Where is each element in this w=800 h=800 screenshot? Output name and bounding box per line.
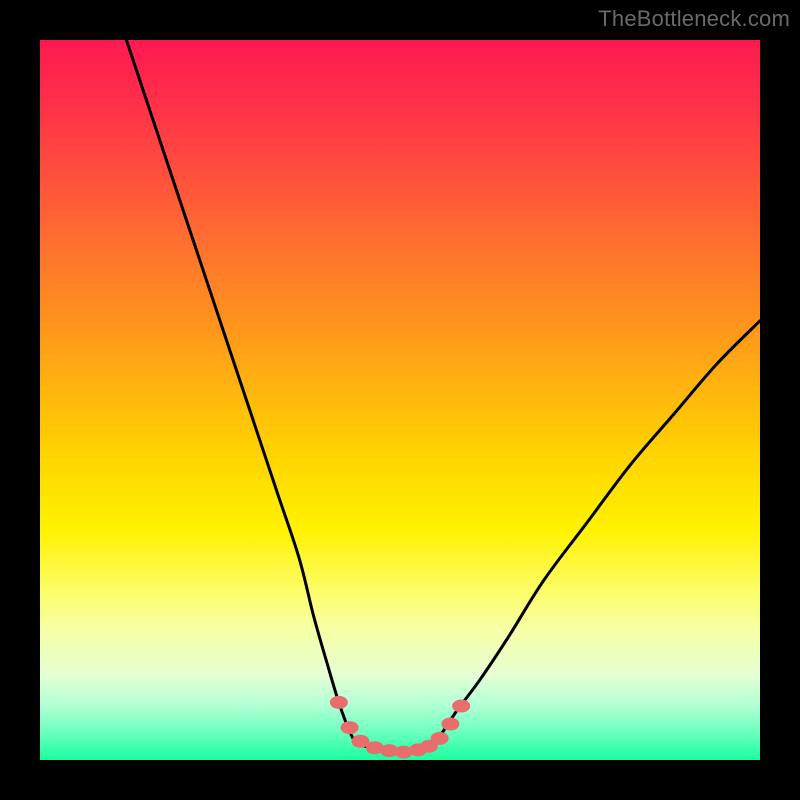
marker-dot bbox=[452, 700, 470, 713]
chart-svg bbox=[40, 40, 760, 760]
trough-markers bbox=[330, 696, 470, 759]
plot-area bbox=[40, 40, 760, 760]
watermark-text: TheBottleneck.com bbox=[598, 6, 790, 32]
marker-dot bbox=[341, 721, 359, 734]
outer-frame: TheBottleneck.com bbox=[0, 0, 800, 800]
marker-dot bbox=[431, 732, 449, 745]
marker-dot bbox=[441, 718, 459, 731]
marker-dot bbox=[330, 696, 348, 709]
bottleneck-curve bbox=[126, 40, 760, 752]
